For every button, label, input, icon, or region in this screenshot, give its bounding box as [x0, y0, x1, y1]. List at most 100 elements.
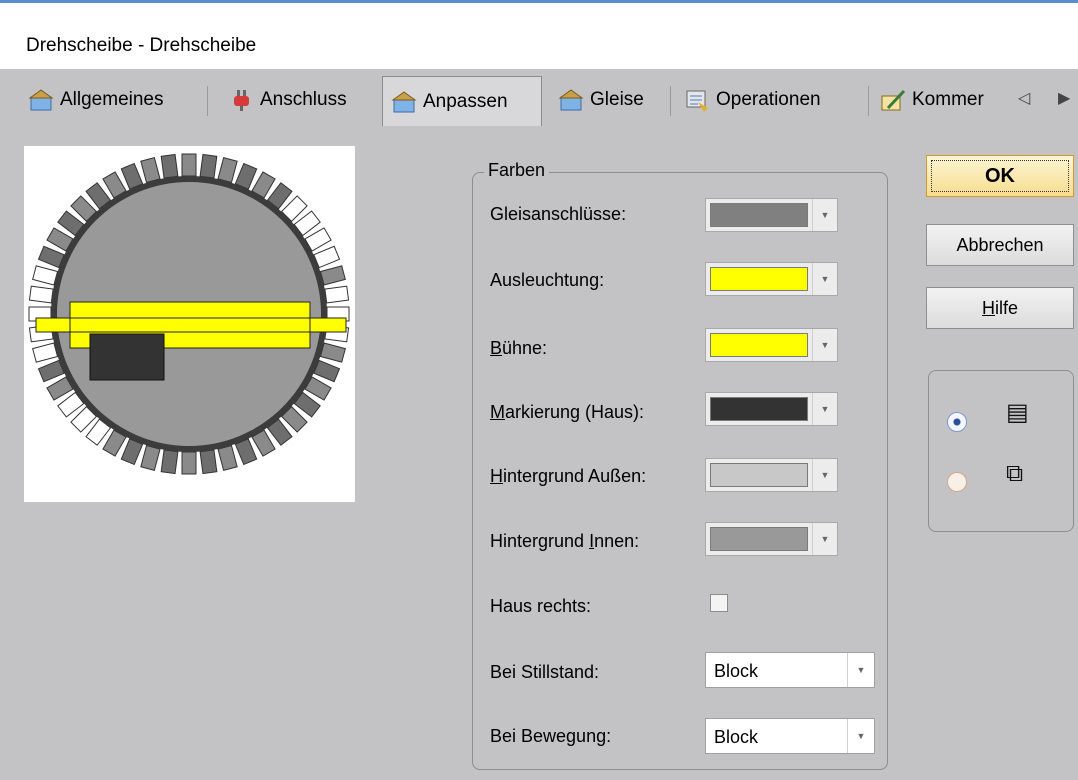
turntable-preview: [24, 146, 355, 502]
cascade-view-icon: ⧉: [1006, 460, 1024, 487]
select-value: Block: [714, 661, 759, 681]
chevron-down-icon: ▼: [847, 653, 874, 687]
hintergrund-aussen-label: Hintergrund Außen:: [490, 466, 646, 487]
cancel-button[interactable]: Abbrechen: [926, 224, 1074, 266]
tab-label: Allgemeines: [60, 89, 164, 110]
gleisanschluesse-label: Gleisanschlüsse:: [490, 204, 627, 224]
chevron-down-icon: ▼: [812, 523, 837, 555]
haus-rechts-label: Haus rechts:: [490, 596, 592, 616]
mnemonic: M: [490, 402, 505, 422]
view-options-group: [928, 370, 1074, 532]
track-connector: [160, 153, 179, 179]
help-button[interactable]: Hilfe: [926, 287, 1074, 329]
turntable-diagram: [28, 153, 350, 475]
buehne-color-picker[interactable]: ▼: [705, 328, 838, 362]
track-connector: [199, 153, 218, 179]
track-connector: [217, 157, 238, 184]
track-connector: [324, 285, 350, 304]
tab-scroll-right-icon[interactable]: ▶: [1058, 88, 1070, 108]
chevron-down-icon: ▼: [812, 459, 837, 491]
tab-allgemeines[interactable]: Allgemeines: [28, 78, 200, 122]
tab-label: Anpassen: [423, 90, 508, 112]
label-text: ilfe: [994, 297, 1018, 318]
settings-icon: [558, 89, 584, 111]
track-connector: [32, 265, 59, 286]
color-fill: [710, 203, 808, 227]
plug-icon: [234, 90, 249, 111]
color-fill: [710, 527, 808, 551]
operator-house: [89, 333, 165, 381]
hintergrund-innen-color-picker[interactable]: ▼: [705, 522, 838, 556]
button-label: Hilfe: [982, 298, 1018, 319]
chevron-down-icon: ▼: [812, 199, 837, 231]
label-text: ühne:: [502, 338, 548, 358]
color-fill: [710, 397, 808, 421]
color-fill: [710, 333, 808, 357]
chevron-down-icon: ▼: [847, 719, 874, 753]
track-connector: [140, 157, 161, 184]
ok-button[interactable]: OK: [926, 155, 1074, 197]
focus-rect: [931, 160, 1069, 192]
track-connector: [217, 444, 238, 471]
mnemonic: H: [490, 466, 503, 486]
tab-anpassen[interactable]: Anpassen: [382, 76, 542, 126]
title-bar: Drehscheibe - Drehscheibe: [0, 3, 1078, 69]
markierung-color-picker[interactable]: ▼: [705, 392, 838, 426]
chevron-down-icon: ▼: [812, 263, 837, 295]
gleisanschluesse-color-picker[interactable]: ▼: [705, 198, 838, 232]
bei-bewegung-label: Bei Bewegung:: [490, 726, 612, 746]
bei-stillstand-label: Bei Stillstand:: [490, 662, 600, 682]
list-view-radio[interactable]: [947, 412, 967, 432]
hintergrund-aussen-color-picker[interactable]: ▼: [705, 458, 838, 492]
tab-separator: [670, 86, 671, 116]
buehne-label: Bühne:: [490, 338, 547, 359]
label-text: intergrund Außen:: [503, 466, 647, 486]
tab-separator: [868, 86, 869, 116]
track-connector: [319, 265, 346, 286]
color-fill: [710, 463, 808, 487]
cascade-view-radio[interactable]: [947, 472, 967, 492]
settings-icon: [391, 90, 417, 112]
comment-icon: [881, 89, 906, 111]
label-text: nnen:: [594, 531, 640, 551]
ausleuchtung-color-picker[interactable]: ▼: [705, 262, 838, 296]
list-view-icon: ▤: [1006, 399, 1029, 426]
tab-label: Gleise: [590, 89, 644, 110]
chevron-down-icon: ▼: [812, 329, 837, 361]
label-text: arkierung (Haus):: [505, 402, 645, 422]
haus-rechts-checkbox[interactable]: [710, 594, 728, 612]
mnemonic: H: [981, 297, 995, 318]
track-connector: [28, 285, 54, 304]
tab-anschluss[interactable]: Anschluss: [228, 78, 378, 122]
track-connector: [181, 451, 197, 475]
track-connector: [319, 342, 346, 363]
tab-kommentar[interactable]: Kommer: [880, 78, 1012, 122]
track-connector: [160, 449, 179, 475]
track-connector: [199, 449, 218, 475]
tab-label: Operationen: [716, 89, 821, 110]
tab-label: Anschluss: [260, 89, 347, 110]
track-connector: [140, 444, 161, 471]
settings-icon: [28, 89, 54, 111]
chevron-down-icon: ▼: [812, 393, 837, 425]
bei-bewegung-select[interactable]: Block ▼: [705, 718, 875, 754]
tab-separator: [207, 86, 208, 116]
markierung-label: Markierung (Haus):: [490, 402, 644, 423]
tab-operationen[interactable]: Operationen: [684, 78, 860, 122]
operations-icon: [686, 90, 708, 112]
tab-scroll-left-icon[interactable]: ◁: [1018, 88, 1030, 108]
label-text: Hintergrund: [490, 531, 590, 551]
button-label: Abbrechen: [956, 234, 1044, 255]
color-fill: [710, 267, 808, 291]
window-title: Drehscheibe - Drehscheibe: [26, 35, 257, 56]
ausleuchtung-label: Ausleuchtung:: [490, 270, 605, 290]
track-connector: [181, 153, 197, 177]
hintergrund-innen-label: Hintergrund Innen:: [490, 531, 639, 552]
colors-group-legend: Farben: [484, 160, 550, 181]
tab-label: Kommer: [912, 89, 984, 110]
bei-stillstand-select[interactable]: Block ▼: [705, 652, 875, 688]
track-connector: [32, 342, 59, 363]
mnemonic: B: [490, 338, 503, 358]
select-value: Block: [714, 727, 759, 747]
tab-gleise[interactable]: Gleise: [558, 78, 662, 122]
